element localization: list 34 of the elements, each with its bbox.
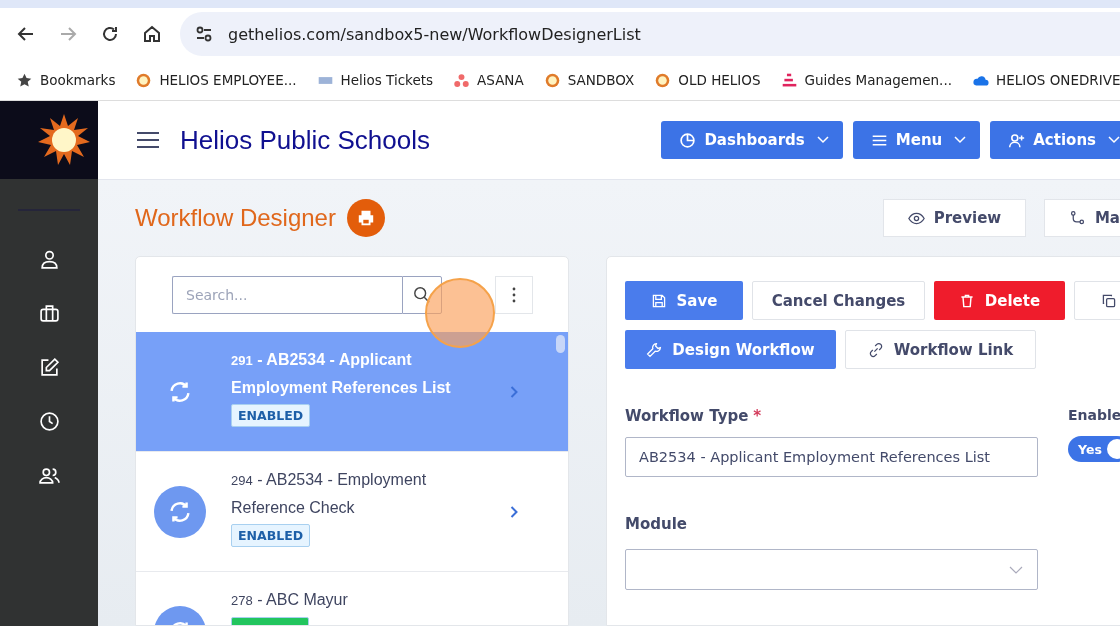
bookmark[interactable]: SANDBOX — [543, 71, 635, 89]
action-button[interactable]: Workflow Link — [845, 330, 1036, 369]
header-menu-button[interactable]: Dashboards — [661, 121, 843, 159]
field-label: Module — [625, 515, 688, 533]
bookmark[interactable]: HELIOS ONEDRIVE — [972, 71, 1120, 89]
field-label: Enable — [1068, 407, 1120, 423]
bookmark[interactable]: Bookmarks — [16, 71, 116, 89]
toolbar-button[interactable]: Ma — [1043, 199, 1120, 237]
page-title: Workflow Designer — [135, 204, 336, 232]
header-menu-button[interactable]: Actions — [990, 121, 1120, 159]
enable-toggle[interactable]: Yes — [1068, 436, 1120, 462]
workflow-title: 291 - AB2534 - Applicant Employment References List — [231, 350, 452, 398]
search-field[interactable]: Search... — [172, 275, 402, 314]
action-button[interactable]: Delete — [934, 281, 1065, 320]
action-button[interactable]: Design Workflow — [625, 330, 836, 369]
school-name: Helios Public Schools — [180, 124, 430, 156]
workflow-title: 294 - AB2534 - Employment Reference Check — [231, 470, 428, 518]
toolbar-button[interactable]: Preview — [882, 199, 1026, 237]
status-badge: ENABLED — [231, 524, 311, 547]
workflow-list-item[interactable]: 291 - AB2534 - Applicant Employment References List ENABLED — [136, 332, 568, 452]
bookmark[interactable]: HELIOS EMPLOYEE... — [135, 71, 297, 89]
workflow-type-field[interactable]: AB2534 - Applicant Employment References List — [625, 437, 1038, 477]
header-menu-button[interactable]: Menu — [852, 121, 981, 159]
bookmark[interactable]: OLD HELIOS — [654, 71, 761, 89]
field-label: Workflow Type * — [625, 407, 763, 425]
bookmark[interactable]: Guides Managemen... — [780, 71, 952, 89]
bookmark[interactable]: ASANA — [453, 71, 524, 89]
bookmark[interactable]: Helios Tickets — [316, 71, 434, 89]
status-badge: ENABLED — [231, 404, 311, 427]
action-button[interactable]: Cancel Changes — [752, 281, 925, 320]
action-button[interactable]: Save — [625, 281, 743, 320]
required-marker: * — [753, 407, 762, 425]
workflow-title: 278 - ABC Mayur — [231, 590, 348, 610]
address-bar[interactable]: gethelios.com/sandbox5-new/WorkflowDesignerList — [180, 12, 1120, 56]
